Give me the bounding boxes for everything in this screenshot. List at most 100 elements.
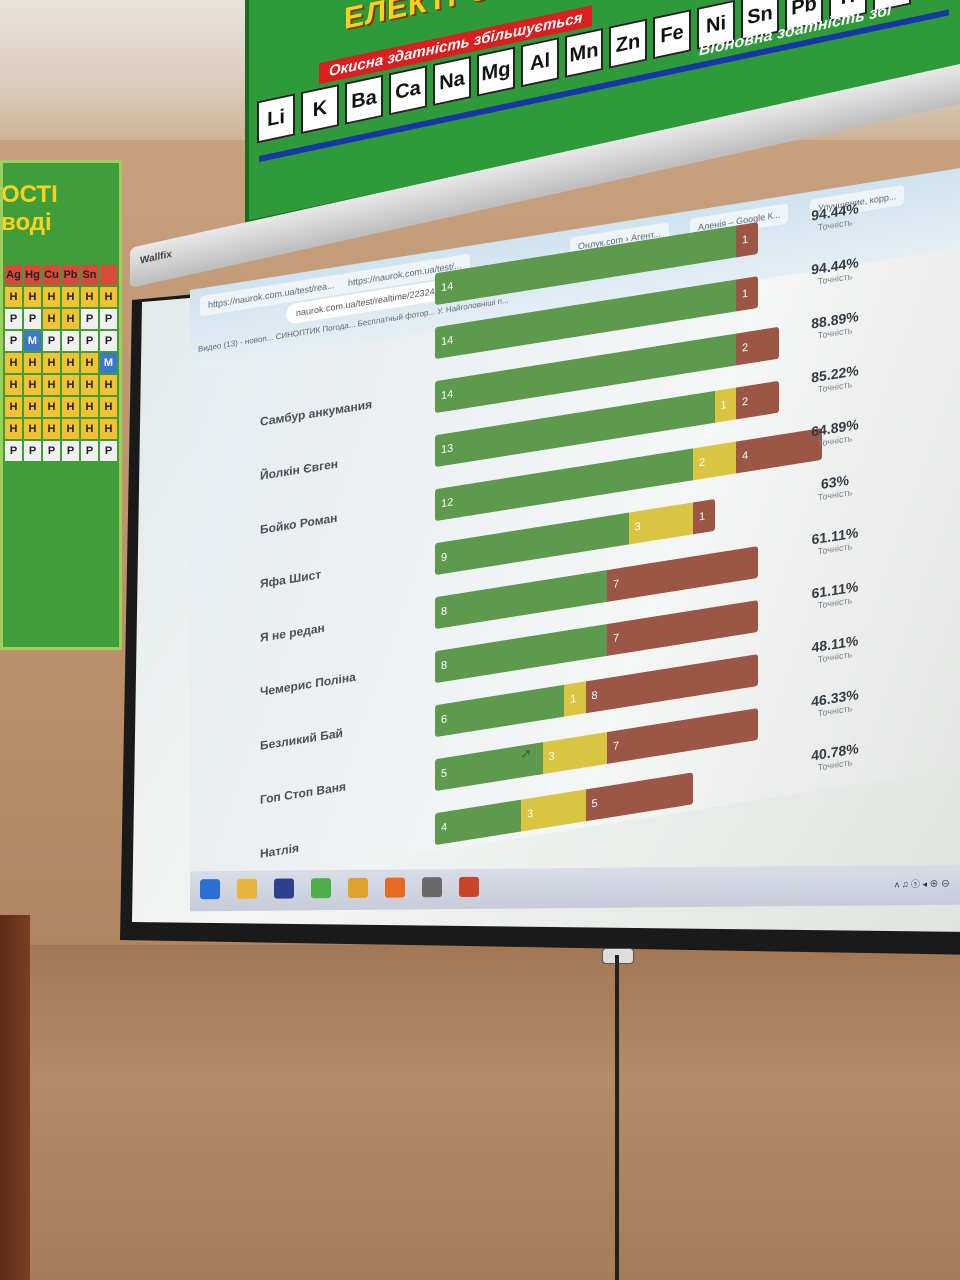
wrong-segment: 2 (736, 326, 779, 366)
chrome-icon-2[interactable] (422, 877, 442, 898)
element-tile: Ba (345, 74, 383, 125)
solubility-cell: Н (62, 375, 79, 395)
solubility-table: Ag Hg Cu Pb Sn Н Н Н Н Н Н Р Р Н Н Р Р Р М Р Р Р Р Н Н Н Н Н М Н Н Н Н Н Н… (3, 263, 119, 463)
solubility-cell: Н (5, 287, 22, 307)
solubility-cell: Н (100, 397, 117, 417)
solubility-cell: Ag (5, 265, 22, 285)
poster-title: ОСТІ воді (1, 181, 58, 237)
element-tile: Mn (565, 27, 603, 78)
powerpoint-icon[interactable] (459, 876, 479, 898)
solubility-cell: Р (81, 441, 98, 461)
solubility-cell: М (24, 331, 41, 351)
element-tile: Li (257, 93, 295, 144)
chrome-icon[interactable] (348, 877, 368, 898)
solubility-cell: М (100, 353, 117, 373)
solubility-cell: Н (43, 375, 60, 395)
solubility-cell: Н (62, 353, 79, 373)
element-tile: Mg (477, 46, 515, 97)
correct-segment: 4 (435, 799, 521, 846)
student-name: Йолкін Євген (260, 456, 339, 483)
element-tile: K (301, 84, 339, 135)
utorrent-icon[interactable] (311, 878, 331, 899)
partial-segment: 3 (521, 789, 586, 832)
solubility-poster: ОСТІ воді Ag Hg Cu Pb Sn Н Н Н Н Н Н Р Р Н Н Р Р Р М Р Р Р Р Н Н… (0, 160, 122, 650)
solubility-cell: Н (5, 353, 22, 373)
partial-segment: 3 (628, 502, 693, 545)
screen-pull-cord (615, 955, 619, 1280)
solubility-cell: Р (81, 309, 98, 329)
solubility-cell: Н (62, 309, 79, 329)
mouse-cursor-icon: ➚ (520, 745, 532, 761)
projected-browser: https://naurok.com.ua/test/rea... https:… (190, 168, 960, 891)
wrong-segment: 1 (736, 276, 758, 312)
solubility-cell: Н (62, 397, 79, 417)
solubility-cell: Н (81, 419, 98, 439)
solubility-cell: Н (5, 375, 22, 395)
windows-taskbar: ᴧ ♫ ⓢ ◂ ⊕ ⊖ (190, 864, 960, 912)
solubility-cell: Р (62, 331, 79, 351)
solubility-cell: Cu (43, 265, 60, 285)
screen-brand: Wallfix (140, 248, 172, 267)
element-tile: Na (433, 55, 471, 107)
solubility-cell: Н (24, 353, 41, 373)
solubility-cell: Н (43, 309, 60, 329)
firefox-icon[interactable] (385, 877, 405, 898)
student-name: Я не редан (260, 620, 325, 645)
solubility-cell: Pb (62, 265, 79, 285)
solubility-cell: Н (24, 375, 41, 395)
partial-segment: 1 (714, 387, 736, 423)
solubility-cell: Н (24, 419, 41, 439)
solubility-cell: Р (100, 331, 117, 351)
wrong-segment: 1 (693, 498, 715, 535)
file-explorer-icon[interactable] (237, 878, 257, 899)
poster-title-line1: ОСТІ (1, 181, 58, 208)
solubility-cell: Р (81, 331, 98, 351)
solubility-cell: Р (5, 441, 22, 461)
element-tile: Ca (389, 65, 427, 116)
solubility-cell: Р (24, 441, 41, 461)
chair (0, 915, 30, 1280)
student-name: Бойко Роман (260, 510, 338, 537)
element-tile: Fe (653, 9, 691, 60)
solubility-cell: Н (100, 375, 117, 395)
save-icon[interactable] (274, 878, 294, 899)
solubility-cell: Н (5, 397, 22, 417)
solubility-cell: Sn (81, 265, 98, 285)
lower-wall (0, 945, 960, 1280)
solubility-cell: Р (43, 441, 60, 461)
windows-icon[interactable] (200, 879, 220, 900)
solubility-cell: Н (43, 353, 60, 373)
student-name: Натлія (260, 840, 300, 861)
solubility-cell: Н (81, 397, 98, 417)
student-name: Гоп Стоп Ваня (260, 779, 347, 807)
solubility-cell (100, 265, 117, 285)
solubility-cell: Н (62, 287, 79, 307)
student-name: Яфа Шист (260, 567, 322, 591)
solubility-cell: Н (100, 287, 117, 307)
solubility-cell: Н (81, 353, 98, 373)
partial-segment: 1 (564, 681, 586, 717)
wrong-segment: 1 (736, 222, 758, 258)
student-name: Самбур анкумания (260, 397, 373, 429)
solubility-cell: Р (43, 331, 60, 351)
solubility-cell: Р (5, 309, 22, 329)
partial-segment: 2 (693, 441, 736, 481)
solubility-cell: Hg (24, 265, 41, 285)
solubility-cell: Н (62, 419, 79, 439)
solubility-cell: Р (62, 441, 79, 461)
solubility-cell: Р (5, 331, 22, 351)
solubility-cell: Н (100, 419, 117, 439)
solubility-cell: Н (43, 419, 60, 439)
solubility-cell: Р (24, 309, 41, 329)
poster-title-line2: воді (1, 209, 52, 236)
solubility-cell: Н (43, 397, 60, 417)
student-name: Чемерис Поліна (260, 669, 356, 699)
solubility-cell: Н (43, 287, 60, 307)
partial-segment: 3 (542, 731, 607, 775)
element-tile: Al (521, 37, 559, 88)
solubility-cell: Н (24, 287, 41, 307)
solubility-cell: Р (100, 309, 117, 329)
solubility-cell: Н (81, 287, 98, 307)
solubility-cell: Н (24, 397, 41, 417)
system-tray[interactable]: ᴧ ♫ ⓢ ◂ ⊕ ⊖ (895, 877, 950, 890)
